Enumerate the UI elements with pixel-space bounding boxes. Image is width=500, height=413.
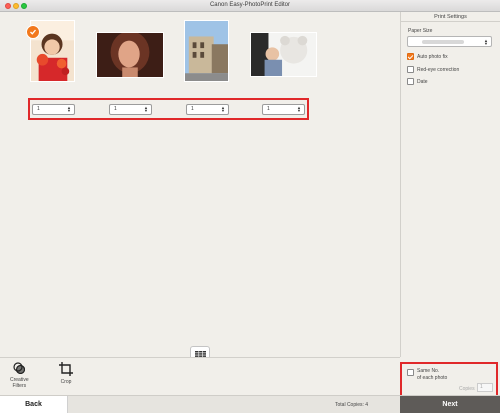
creative-filters-label-line2: Filters	[12, 383, 27, 389]
creative-filters-icon	[13, 362, 26, 374]
paper-size-value	[422, 40, 464, 44]
back-button[interactable]: Back	[0, 396, 68, 413]
selected-check-icon	[26, 25, 40, 39]
date-row[interactable]: Date	[407, 78, 428, 85]
same-number-checkbox[interactable]	[407, 369, 414, 376]
print-settings-panel: Print Settings Paper Size ▲ ▼ Auto photo …	[400, 12, 500, 357]
copies-label: Copies	[459, 386, 475, 392]
edit-tools-bar: Creative Filters Crop	[0, 357, 400, 395]
total-copies-text: Total Copies: 4	[335, 402, 369, 408]
copies-value: 1	[37, 106, 40, 112]
auto-photo-fix-row[interactable]: Auto photo fix	[407, 53, 448, 60]
auto-photo-fix-checkbox[interactable]	[407, 53, 414, 60]
stepper-arrows-icon[interactable]: ▲ ▼	[144, 106, 148, 113]
photo-thumbnail-4[interactable]	[250, 32, 317, 77]
copies-stepper-3[interactable]: 1 ▲ ▼	[186, 104, 229, 115]
auto-photo-fix-label: Auto photo fix	[417, 53, 448, 60]
date-label: Date	[417, 78, 428, 85]
red-eye-row[interactable]: Red-eye correction	[407, 66, 459, 73]
building-photo-image	[185, 21, 228, 81]
paper-size-label: Paper Size	[408, 28, 433, 34]
stepper-arrows-icon[interactable]: ▲ ▼	[297, 106, 301, 113]
title-bar: Canon Easy-PhotoPrint Editor	[0, 0, 500, 12]
copies-value: 1	[191, 106, 194, 112]
copies-stepper-4[interactable]: 1 ▲ ▼	[262, 104, 305, 115]
copies-stepper-2[interactable]: 1 ▲ ▼	[109, 104, 152, 115]
window-title: Canon Easy-PhotoPrint Editor	[209, 2, 291, 8]
crop-label: Crop	[60, 379, 72, 385]
same-number-label-line2: of each photo	[417, 375, 448, 381]
stepper-arrows-icon[interactable]: ▲ ▼	[67, 106, 71, 113]
copies-value: 1	[267, 106, 270, 112]
creative-filters-button[interactable]: Creative Filters	[10, 362, 29, 389]
woman-photo-image	[97, 33, 163, 77]
red-eye-label: Red-eye correction	[417, 66, 460, 73]
same-number-box: Same No. of each photo Copies 1	[400, 362, 498, 397]
date-checkbox[interactable]	[407, 78, 414, 85]
paper-size-select[interactable]: ▲ ▼	[407, 36, 492, 47]
copies-spinbox[interactable]: 1	[477, 383, 493, 392]
copies-stepper-1[interactable]: 1 ▲ ▼	[32, 104, 75, 115]
red-eye-checkbox[interactable]	[407, 66, 414, 73]
child-photo-image	[251, 33, 316, 76]
bottom-bar: Back Total Copies: 4 Next	[0, 395, 500, 413]
crop-icon	[59, 362, 73, 376]
print-settings-header: Print Settings	[401, 12, 500, 22]
same-number-label-line1: Same No.	[417, 368, 440, 374]
select-arrows-icon: ▲ ▼	[484, 38, 488, 46]
stepper-arrows-icon[interactable]: ▲ ▼	[221, 106, 225, 113]
photo-preview-area: 1 ▲ ▼ 1 ▲ ▼ 1 ▲ ▼ 1 ▲ ▼	[0, 12, 400, 364]
photo-thumbnail-3[interactable]	[184, 20, 229, 82]
same-number-label: Same No. of each photo	[417, 368, 447, 382]
next-button[interactable]: Next	[400, 396, 500, 413]
photo-thumbnail-2[interactable]	[96, 32, 164, 78]
crop-button[interactable]: Crop	[59, 362, 73, 385]
copies-value: 1	[114, 106, 117, 112]
